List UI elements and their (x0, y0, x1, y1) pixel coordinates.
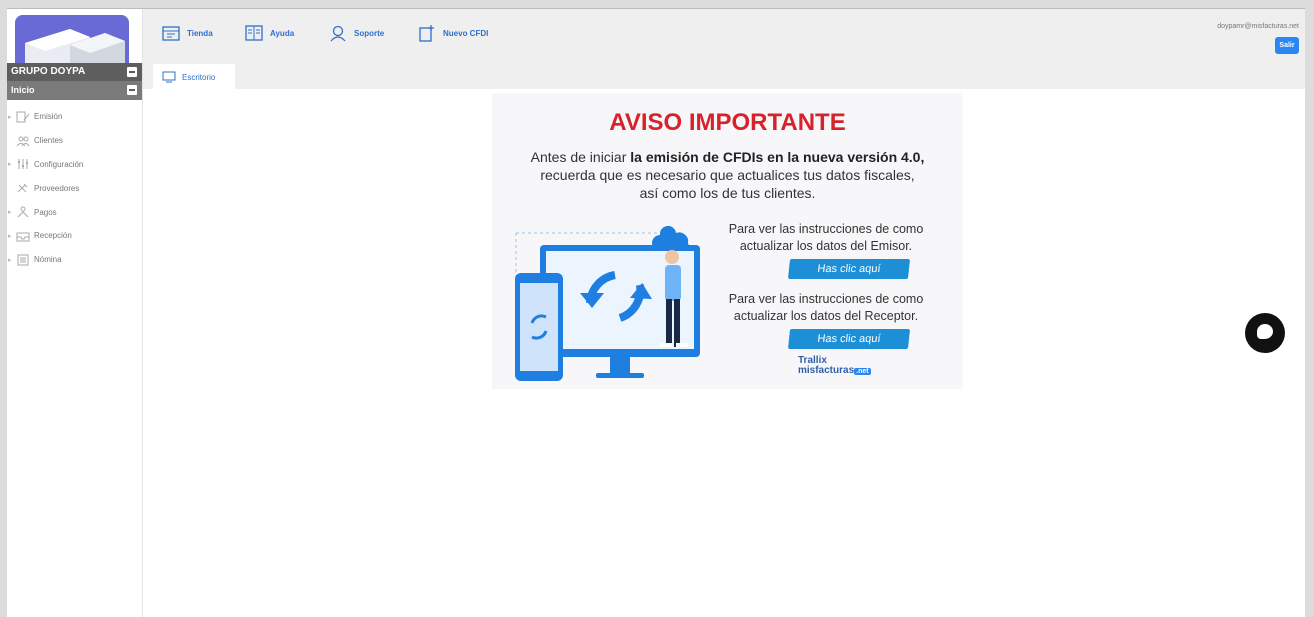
sidebar-item-configuracion[interactable]: ▸ Configuración (7, 153, 142, 177)
receptor-instructions: Para ver las instrucciones de como actua… (706, 291, 946, 325)
sidebar: GRUPO DOYPA Inicio ▸ Emisión Clientes ▸ … (7, 9, 143, 617)
nav-label: Soporte (354, 28, 385, 38)
home-label: Inicio (11, 85, 35, 95)
brand-line-2: misfacturas (798, 365, 855, 376)
nav-tienda[interactable]: Tienda (161, 23, 213, 43)
nav-ayuda[interactable]: Ayuda (244, 23, 294, 43)
store-icon (162, 26, 180, 41)
banner-title: AVISO IMPORTANTE (609, 109, 846, 136)
collapse-company-icon[interactable] (127, 67, 137, 77)
intro-bold: la emisión de CFDIs en la nueva versión … (630, 149, 925, 165)
expand-arrow-icon: ▸ (8, 161, 12, 169)
banner-intro: Antes de iniciar la emisión de CFDIs en … (502, 148, 953, 202)
logout-button[interactable]: Salir (1275, 37, 1299, 54)
emisor-line-1: Para ver las instrucciones de como (728, 222, 924, 236)
brand-logo: Trallix misfacturas .net (798, 356, 871, 377)
sidebar-item-emision[interactable]: ▸ Emisión (7, 105, 142, 129)
collapse-home-icon[interactable] (127, 85, 137, 95)
sync-illustration (515, 225, 700, 381)
brand-net: .net (854, 368, 871, 375)
sidebar-item-label: Recepción (34, 231, 72, 241)
home-section-header[interactable]: Inicio (7, 81, 142, 100)
sidebar-item-recepcion[interactable]: ▸ Recepción (7, 224, 142, 248)
nav-label: Ayuda (270, 28, 295, 38)
expand-arrow-icon: ▸ (8, 209, 12, 217)
emisor-line-2: actualizar los datos del Emisor. (739, 239, 913, 253)
nav-label: Nuevo CFDI (443, 28, 489, 38)
expand-arrow-icon: ▸ (8, 232, 12, 240)
intro-line-2: recuerda que es necesario que actualices… (540, 167, 915, 183)
sidebar-item-label: Clientes (34, 136, 63, 146)
sidebar-item-label: Configuración (34, 159, 84, 169)
receptor-line-2: actualizar los datos del Receptor. (733, 309, 919, 323)
sidebar-menu: ▸ Emisión Clientes ▸ Configuración Prove… (7, 105, 142, 272)
support-agent-icon (330, 25, 346, 42)
intro-prefix: Antes de iniciar (530, 149, 631, 165)
sidebar-item-clientes[interactable]: Clientes (7, 129, 142, 153)
tab-label: Escritorio (182, 72, 216, 82)
settings-icon (18, 159, 28, 170)
company-logo (15, 15, 129, 65)
expand-arrow-icon: ▸ (8, 256, 12, 264)
top-navbar: Tienda Ayuda Soporte Nuevo CFDI doypamr@… (143, 9, 1305, 89)
user-email: doypamr@misfacturas.net (1217, 23, 1299, 30)
payroll-icon (17, 254, 29, 266)
sidebar-item-label: Proveedores (34, 183, 80, 193)
company-name: GRUPO DOYPA (11, 66, 86, 77)
help-book-icon (245, 25, 263, 41)
chat-widget-button[interactable] (1245, 313, 1285, 353)
tools-icon (17, 183, 28, 193)
intro-line-3: así como los de tus clientes. (639, 185, 816, 201)
desktop-icon (162, 71, 176, 83)
sidebar-item-proveedores[interactable]: Proveedores (7, 176, 142, 200)
nav-soporte[interactable]: Soporte (328, 23, 384, 43)
app-window: GRUPO DOYPA Inicio ▸ Emisión Clientes ▸ … (7, 8, 1305, 617)
announcement-banner: AVISO IMPORTANTE Antes de iniciar la emi… (492, 93, 963, 389)
payments-icon (17, 206, 29, 218)
emisor-click-button[interactable]: Has clic aquí (787, 259, 911, 279)
tab-escritorio[interactable]: Escritorio (153, 64, 235, 90)
emisor-instructions: Para ver las instrucciones de como actua… (706, 221, 946, 255)
receptor-click-button[interactable]: Has clic aquí (787, 329, 911, 349)
expand-arrow-icon: ▸ (8, 113, 12, 121)
users-icon (16, 136, 30, 147)
sidebar-item-nomina[interactable]: ▸ Nómina (7, 248, 142, 272)
chat-bubble-icon (1257, 324, 1273, 339)
inbox-icon (16, 232, 30, 242)
document-edit-icon (16, 111, 30, 123)
nav-label: Tienda (187, 28, 213, 38)
sidebar-item-pagos[interactable]: ▸ Pagos (7, 200, 142, 224)
company-selector[interactable]: GRUPO DOYPA (7, 63, 142, 81)
nav-nuevo-cfdi[interactable]: Nuevo CFDI (417, 23, 488, 43)
sidebar-item-label: Nómina (34, 255, 62, 265)
receptor-line-1: Para ver las instrucciones de como (728, 292, 924, 306)
sidebar-item-label: Emisión (34, 112, 63, 122)
new-document-icon (419, 25, 434, 42)
sidebar-item-label: Pagos (34, 207, 57, 217)
